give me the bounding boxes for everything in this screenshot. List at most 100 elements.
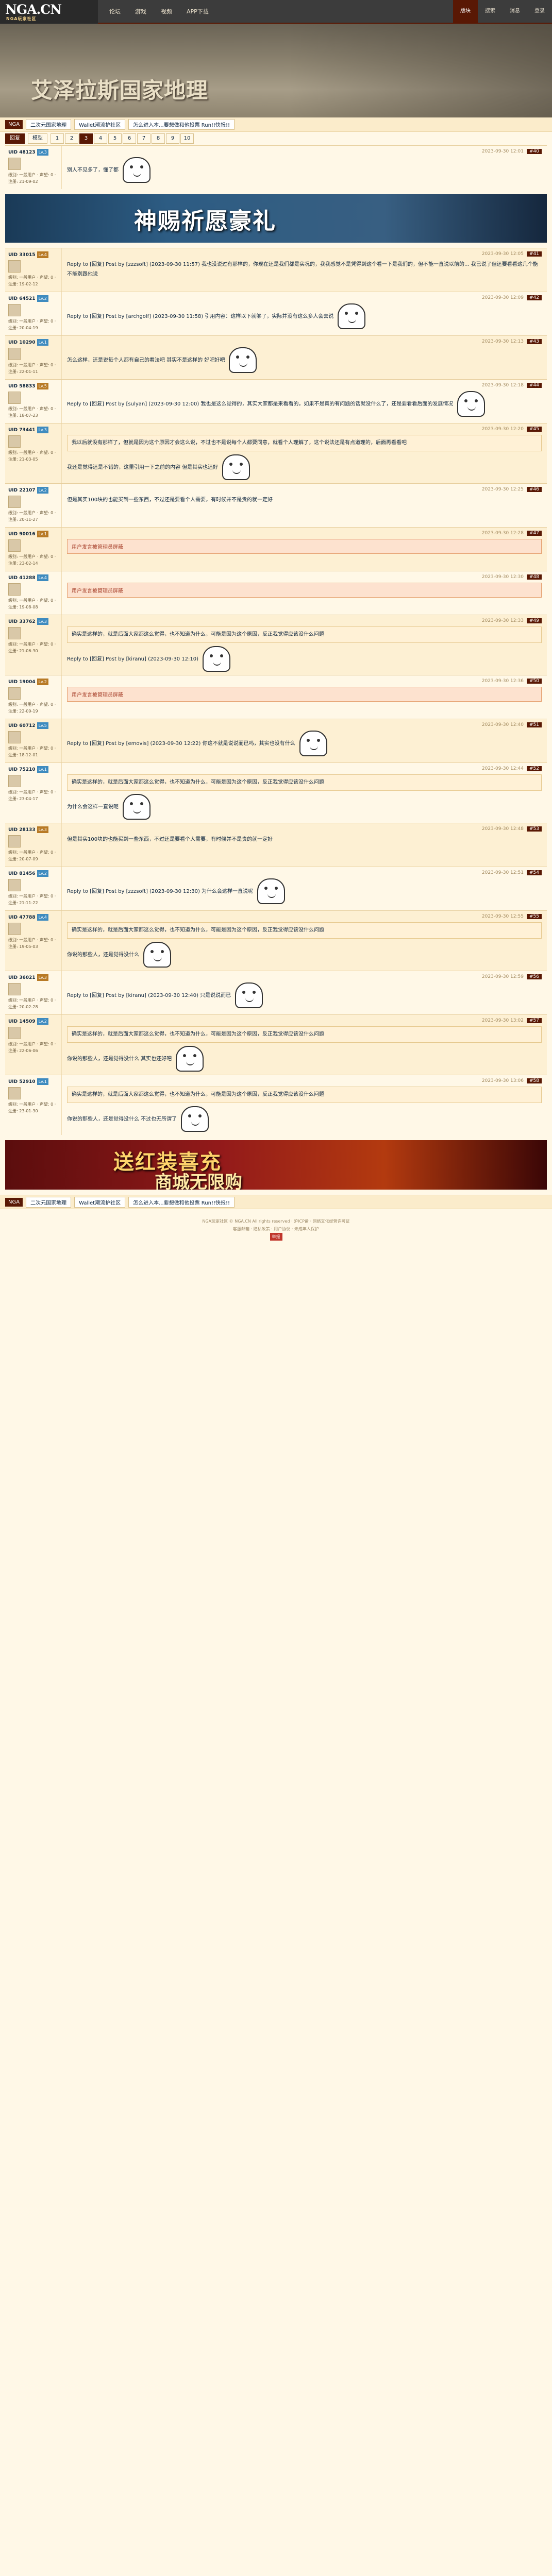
avatar[interactable] xyxy=(8,348,21,360)
post-number[interactable]: #51 xyxy=(527,722,542,727)
board-link[interactable]: Wallet潮流护社区 xyxy=(74,1196,126,1208)
author-name[interactable]: UID 58833 xyxy=(8,384,36,389)
post-number[interactable]: #40 xyxy=(527,149,542,154)
avatar[interactable] xyxy=(8,539,21,552)
avatar[interactable] xyxy=(8,435,21,448)
page-button[interactable]: 4 xyxy=(94,133,107,144)
post-number[interactable]: #43 xyxy=(527,339,542,344)
post-number[interactable]: #55 xyxy=(527,914,542,919)
avatar[interactable] xyxy=(8,1087,21,1099)
inline-ad-banner[interactable]: 神赐祈愿豪礼 xyxy=(5,194,547,243)
post-text: 但是其实100块的也能买到一些东西，不过还是要看个人需要，有时候并不是贵的就一定… xyxy=(67,837,273,842)
mode-button[interactable]: 模型 xyxy=(28,133,47,144)
nav-link-video[interactable]: 视频 xyxy=(161,7,172,15)
reply-button[interactable]: 回复 xyxy=(5,133,25,144)
post-number[interactable]: #44 xyxy=(527,383,542,388)
avatar[interactable] xyxy=(8,392,21,404)
bottom-ad-banner[interactable]: 送红装喜充 商城无限购 xyxy=(5,1140,547,1190)
nav-link-forum[interactable]: 论坛 xyxy=(109,7,121,15)
avatar[interactable] xyxy=(8,731,21,743)
page-button[interactable]: 5 xyxy=(108,133,122,144)
author-name[interactable]: UID 60712 xyxy=(8,723,36,728)
author-name[interactable]: UID 41288 xyxy=(8,575,36,581)
avatar[interactable] xyxy=(8,583,21,596)
author-name[interactable]: UID 10290 xyxy=(8,340,36,345)
avatar[interactable] xyxy=(8,983,21,995)
avatar[interactable] xyxy=(8,879,21,891)
post-number[interactable]: #49 xyxy=(527,618,542,623)
avatar[interactable] xyxy=(8,1027,21,1039)
sticker-emoji-icon xyxy=(299,731,327,756)
author-name[interactable]: UID 73441 xyxy=(8,428,36,433)
page-button[interactable]: 6 xyxy=(123,133,136,144)
post-number[interactable]: #58 xyxy=(527,1078,542,1083)
nav-right-login[interactable]: 登录 xyxy=(527,0,552,23)
avatar[interactable] xyxy=(8,627,21,639)
author-name[interactable]: UID 52910 xyxy=(8,1079,36,1084)
post-author-panel: UID 36021 Lv.3 级别: 一般用户 · 声望: 0 · 注册: 20-0… xyxy=(5,971,62,1014)
page-button[interactable]: 3 xyxy=(79,133,93,144)
author-name[interactable]: UID 19004 xyxy=(8,680,36,685)
post-meta: 2023-09-30 12:13 #43 xyxy=(67,339,542,344)
page-button[interactable]: 10 xyxy=(180,133,194,144)
board-title: 艾泽拉斯国家地理 xyxy=(31,78,209,103)
site-logo[interactable]: NGA.CN NGA玩家社区 xyxy=(0,0,98,24)
board-link[interactable]: 怎么进入本...要想做和他投票 Run!!快报!! xyxy=(128,1196,235,1208)
report-badge[interactable]: 举报 xyxy=(270,1233,282,1241)
author-name[interactable]: UID 33015 xyxy=(8,252,36,258)
board-link[interactable]: 二次元国家地理 xyxy=(26,1196,72,1208)
nav-right-messages[interactable]: 消息 xyxy=(503,0,527,23)
blocked-notice: 用户发言被管理员屏蔽 xyxy=(67,539,542,554)
board-link[interactable]: 怎么进入本...要想做和他投票 Run!!快报!! xyxy=(128,119,235,130)
post-number[interactable]: #54 xyxy=(527,870,542,875)
page-button[interactable]: 2 xyxy=(65,133,78,144)
avatar[interactable] xyxy=(8,260,21,273)
post-number[interactable]: #45 xyxy=(527,427,542,432)
author-name[interactable]: UID 22107 xyxy=(8,488,36,493)
nav-right-boards[interactable]: 版块 xyxy=(453,0,478,23)
avatar[interactable] xyxy=(8,923,21,935)
post-number[interactable]: #48 xyxy=(527,574,542,580)
page-button[interactable]: 1 xyxy=(51,133,64,144)
nav-right-search[interactable]: 搜索 xyxy=(478,0,503,23)
post-number[interactable]: #41 xyxy=(527,251,542,257)
author-name[interactable]: UID 48123 xyxy=(8,150,36,155)
author-name[interactable]: UID 47788 xyxy=(8,915,36,920)
page-button[interactable]: 9 xyxy=(166,133,179,144)
post-meta: 2023-09-30 12:51 #54 xyxy=(67,870,542,875)
author-name[interactable]: UID 14509 xyxy=(8,1019,36,1024)
page-button[interactable]: 8 xyxy=(152,133,165,144)
sticker-emoji-icon xyxy=(181,1106,209,1132)
nav-link-app[interactable]: APP下载 xyxy=(187,7,209,15)
author-name[interactable]: UID 28133 xyxy=(8,827,36,833)
post-number[interactable]: #42 xyxy=(527,295,542,300)
author-name[interactable]: UID 90016 xyxy=(8,532,36,537)
author-name[interactable]: UID 75210 xyxy=(8,767,36,772)
board-link[interactable]: Wallet潮流护社区 xyxy=(74,119,126,130)
post-body: 但是其实100块的也能买到一些东西，不过还是要看个人需要，有时候并不是贵的就一定… xyxy=(67,835,542,844)
page-button[interactable]: 7 xyxy=(137,133,150,144)
author-name[interactable]: UID 81456 xyxy=(8,871,36,876)
quote-block: 我以后就没有那样了，但就是因为这个原因才会这么说，不过也不是说每个人都要同意，就… xyxy=(67,435,542,451)
author-name[interactable]: UID 64521 xyxy=(8,296,36,301)
post-number[interactable]: #57 xyxy=(527,1018,542,1023)
post-number[interactable]: #47 xyxy=(527,531,542,536)
post-number[interactable]: #46 xyxy=(527,487,542,492)
avatar[interactable] xyxy=(8,158,21,170)
author-name[interactable]: UID 33762 xyxy=(8,619,36,624)
avatar[interactable] xyxy=(8,835,21,848)
post-number[interactable]: #50 xyxy=(527,679,542,684)
post-content: 2023-09-30 12:13 #43 怎么这样，还是说每个人都有自己的看法吧 其… xyxy=(62,336,547,379)
avatar[interactable] xyxy=(8,775,21,787)
avatar[interactable] xyxy=(8,304,21,316)
avatar[interactable] xyxy=(8,496,21,508)
post-number[interactable]: #56 xyxy=(527,974,542,979)
board-link[interactable]: 二次元国家地理 xyxy=(26,119,72,130)
post: UID 90016 Lv.1 级别: 一般用户 · 声望: 0 · 注册: 23-0… xyxy=(5,527,547,571)
post-number[interactable]: #53 xyxy=(527,826,542,832)
post-body: Reply to [回复] Post by [kiranu] (2023-09-… xyxy=(67,646,542,672)
author-name[interactable]: UID 36021 xyxy=(8,975,36,980)
avatar[interactable] xyxy=(8,687,21,700)
nav-link-games[interactable]: 游戏 xyxy=(135,7,146,15)
post-number[interactable]: #52 xyxy=(527,766,542,771)
